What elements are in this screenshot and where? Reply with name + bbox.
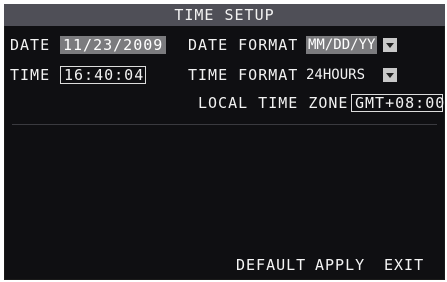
date-format-label: DATE FORMAT xyxy=(188,36,299,54)
time-zone-label: LOCAL TIME ZONE xyxy=(198,94,349,112)
window-title: TIME SETUP xyxy=(4,4,445,26)
time-zone-field[interactable]: GMT+08:00 xyxy=(351,94,444,112)
time-format-dropdown[interactable]: 24HOURS xyxy=(303,66,399,84)
date-format-dropdown[interactable]: MM/DD/YY xyxy=(303,36,399,54)
chevron-down-icon[interactable] xyxy=(383,68,397,82)
apply-button[interactable]: APPLY xyxy=(315,256,365,274)
chevron-down-icon[interactable] xyxy=(383,38,397,52)
time-label: TIME xyxy=(10,66,51,84)
date-format-value: MM/DD/YY xyxy=(306,36,378,54)
time-format-label: TIME FORMAT xyxy=(188,66,299,84)
exit-button[interactable]: EXIT xyxy=(384,256,424,274)
default-button[interactable]: DEFAULT xyxy=(236,256,306,274)
date-label: DATE xyxy=(10,36,51,54)
divider xyxy=(12,124,437,125)
date-field[interactable]: 11/23/2009 xyxy=(60,36,166,54)
time-setup-screen: TIME SETUP DATE 11/23/2009 DATE FORMAT M… xyxy=(4,4,445,280)
time-field[interactable]: 16:40:04 xyxy=(60,66,146,84)
time-format-value: 24HOURS xyxy=(306,67,366,83)
